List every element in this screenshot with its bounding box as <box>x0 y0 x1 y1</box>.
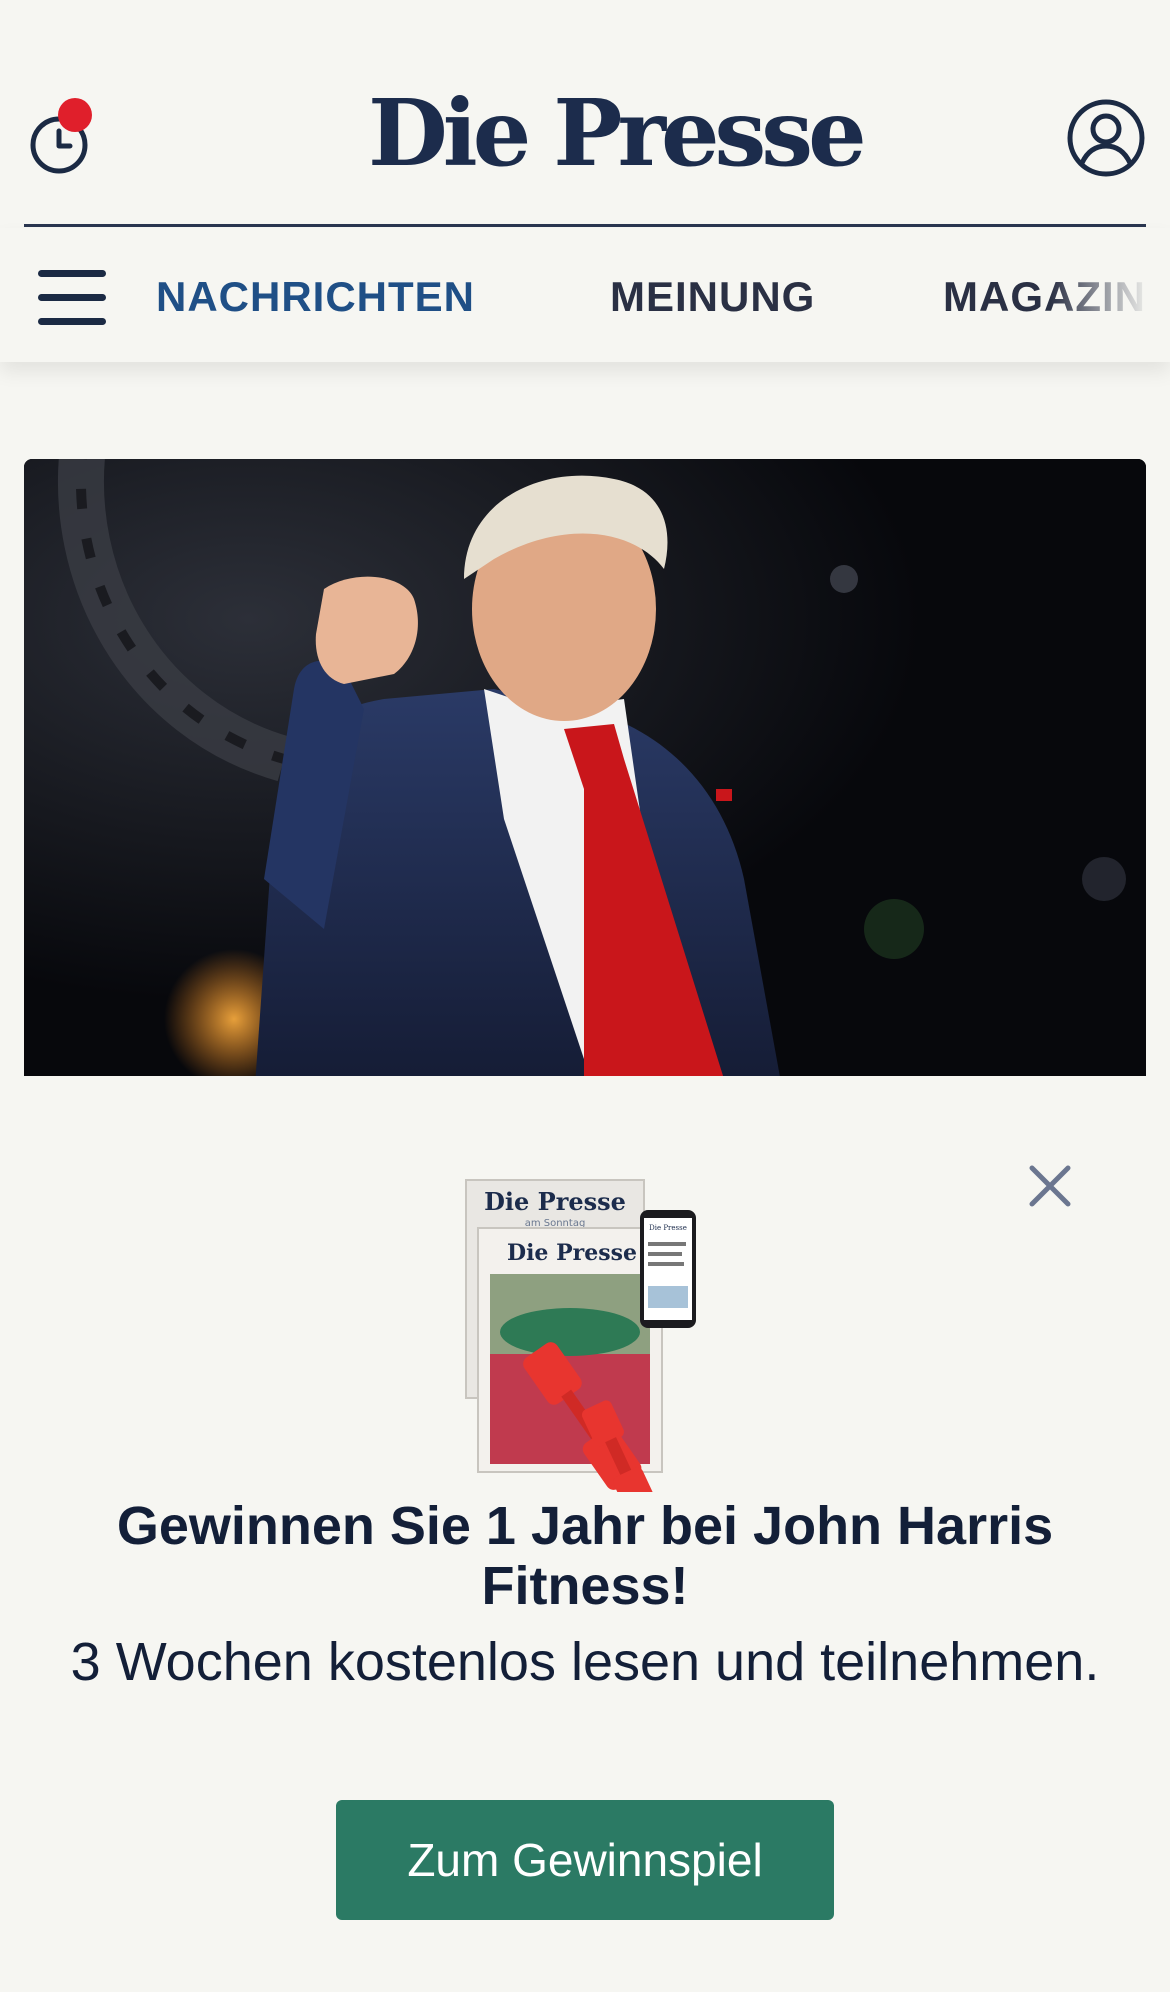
close-icon <box>1029 1165 1071 1207</box>
nav-item-meinung[interactable]: MEINUNG <box>610 272 815 322</box>
nav-scroll-fade <box>1050 228 1170 362</box>
site-logo[interactable]: Die Presse <box>368 78 867 188</box>
notification-dot <box>58 98 92 132</box>
promo-title: Gewinnen Sie 1 Jahr bei John Harris Fitn… <box>116 1496 1054 1616</box>
cta-gewinnspiel-button[interactable]: Zum Gewinnspiel <box>336 1800 834 1920</box>
phone-title: Die Presse <box>649 1224 687 1232</box>
news-photo <box>24 459 1146 1099</box>
page: Die Presse NACHRICHTEN MEINUNG MAGAZIN D… <box>0 0 1170 1992</box>
promo-graphic: Die Presse am Sonntag Die Presse Die Pre… <box>460 1162 710 1514</box>
hamburger-menu-icon[interactable] <box>38 270 106 326</box>
header-divider <box>24 224 1146 227</box>
section-nav: NACHRICHTEN MEINUNG MAGAZIN <box>0 228 1170 362</box>
paper-front-title: Die Presse <box>507 1240 637 1266</box>
paper-back-title: Die Presse <box>484 1187 626 1216</box>
promo-subtitle: 3 Wochen kostenlos lesen und teilnehmen. <box>70 1632 1100 1692</box>
history-button[interactable] <box>28 98 94 178</box>
site-header: Die Presse <box>0 0 1170 228</box>
user-account-icon <box>1067 99 1145 177</box>
close-button[interactable] <box>1026 1162 1074 1210</box>
user-account-button[interactable] <box>1066 98 1146 178</box>
hero-image[interactable] <box>24 459 1146 1099</box>
nav-item-nachrichten[interactable]: NACHRICHTEN <box>156 272 475 322</box>
subscription-promo-sheet: Die Presse am Sonntag Die Presse Die Pre… <box>0 1076 1170 1992</box>
